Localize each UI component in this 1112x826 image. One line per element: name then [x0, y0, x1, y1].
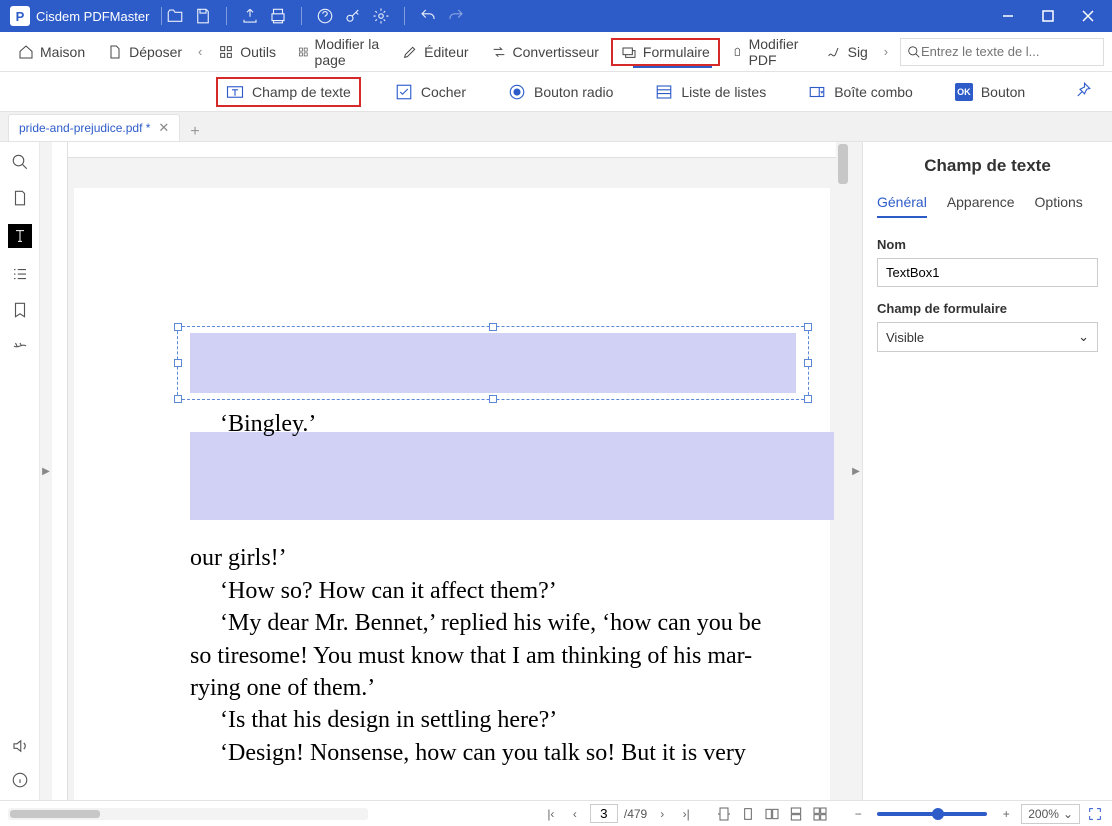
- form-radio[interactable]: Bouton radio: [500, 79, 621, 105]
- open-icon[interactable]: [166, 7, 184, 25]
- new-tab-button[interactable]: +: [190, 123, 199, 141]
- nav-editor[interactable]: Éditeur: [392, 38, 478, 66]
- resize-handle[interactable]: [489, 395, 497, 403]
- nav-chevron-left-icon[interactable]: ‹: [194, 44, 206, 59]
- nav-tools[interactable]: Outils: [208, 38, 286, 66]
- view-mode-1-icon[interactable]: [715, 805, 733, 823]
- panel-tab-appearance[interactable]: Apparence: [947, 194, 1015, 218]
- form-button[interactable]: OKBouton: [947, 79, 1033, 105]
- sidebar-page-icon[interactable]: [10, 188, 30, 208]
- horizontal-scrollbar[interactable]: [8, 808, 368, 820]
- maximize-button[interactable]: [1028, 0, 1068, 32]
- ok-icon: OK: [955, 83, 973, 101]
- sidebar-outline-icon[interactable]: [10, 264, 30, 284]
- vertical-ruler: [52, 142, 68, 800]
- vertical-scrollbar[interactable]: [836, 142, 850, 800]
- chevron-down-icon: ⌄: [1063, 807, 1073, 821]
- minimize-button[interactable]: [988, 0, 1028, 32]
- sidebar-search-icon[interactable]: [10, 152, 30, 172]
- settings-icon[interactable]: [372, 7, 390, 25]
- sidebar-info-icon[interactable]: [10, 770, 30, 790]
- view-mode-5-icon[interactable]: [811, 805, 829, 823]
- tab-close-icon[interactable]: ✕: [158, 120, 169, 136]
- status-bar: |‹ ‹ /479 › ›| − + 200%⌄: [0, 800, 1112, 826]
- left-sidebar: [0, 142, 40, 800]
- document-text: ‘Bingley.’ our girls!’ ‘How so? How can …: [190, 408, 790, 769]
- form-checkbox[interactable]: Cocher: [387, 79, 474, 105]
- tab-bar: pride-and-prejudice.pdf * ✕ +: [0, 112, 1112, 142]
- properties-panel: Champ de texte Général Apparence Options…: [862, 142, 1112, 800]
- key-icon[interactable]: [344, 7, 362, 25]
- resize-handle[interactable]: [174, 323, 182, 331]
- chevron-down-icon: ⌄: [1078, 329, 1089, 345]
- resize-handle[interactable]: [174, 359, 182, 367]
- page-total: /479: [624, 807, 647, 821]
- first-page-icon[interactable]: |‹: [542, 805, 560, 823]
- form-field-label: Champ de formulaire: [877, 301, 1098, 316]
- search-box[interactable]: [900, 38, 1104, 66]
- document-tab[interactable]: pride-and-prejudice.pdf * ✕: [8, 114, 180, 141]
- pin-icon[interactable]: [1074, 81, 1092, 102]
- panel-tab-general[interactable]: Général: [877, 194, 927, 218]
- nav-chevron-right-icon[interactable]: ›: [880, 44, 892, 59]
- sidebar-sound-icon[interactable]: [10, 736, 30, 756]
- view-mode-4-icon[interactable]: [787, 805, 805, 823]
- form-toolbar: Champ de texte Cocher Bouton radio Liste…: [0, 72, 1112, 112]
- fullscreen-icon[interactable]: [1086, 805, 1104, 823]
- close-button[interactable]: [1068, 0, 1108, 32]
- nav-home[interactable]: Maison: [8, 38, 95, 66]
- sidebar-bookmark-icon[interactable]: [10, 300, 30, 320]
- tab-label: pride-and-prejudice.pdf *: [19, 121, 150, 135]
- resize-handle[interactable]: [174, 395, 182, 403]
- nav-edit-page[interactable]: Modifier la page: [288, 30, 390, 74]
- resize-handle[interactable]: [804, 359, 812, 367]
- left-collapser[interactable]: ▶: [40, 142, 52, 800]
- undo-icon[interactable]: [419, 7, 437, 25]
- search-input[interactable]: [921, 44, 1097, 59]
- zoom-select[interactable]: 200%⌄: [1021, 804, 1080, 824]
- form-text-field[interactable]: Champ de texte: [216, 77, 361, 107]
- print-icon[interactable]: [269, 7, 287, 25]
- panel-title: Champ de texte: [877, 156, 1098, 176]
- view-mode-2-icon[interactable]: [739, 805, 757, 823]
- last-page-icon[interactable]: ›|: [677, 805, 695, 823]
- redo-icon[interactable]: [447, 7, 465, 25]
- sidebar-text-icon[interactable]: [8, 224, 32, 248]
- name-label: Nom: [877, 237, 1098, 252]
- right-collapser[interactable]: ▶: [850, 142, 862, 800]
- next-page-icon[interactable]: ›: [653, 805, 671, 823]
- page-view[interactable]: ‘Bingley.’ our girls!’ ‘How so? How can …: [74, 188, 830, 800]
- nav-sign[interactable]: Sig: [816, 38, 878, 66]
- horizontal-ruler: [68, 142, 836, 158]
- form-list[interactable]: Liste de listes: [647, 79, 774, 105]
- nav-form[interactable]: Formulaire: [611, 38, 720, 66]
- resize-handle[interactable]: [804, 395, 812, 403]
- nav-bar: Maison Déposer ‹ Outils Modifier la page…: [0, 32, 1112, 72]
- app-logo: P: [10, 6, 30, 26]
- search-icon: [907, 45, 921, 59]
- panel-tab-options[interactable]: Options: [1035, 194, 1083, 218]
- form-combo[interactable]: Boîte combo: [800, 79, 921, 105]
- visibility-select[interactable]: Visible ⌄: [877, 322, 1098, 352]
- zoom-slider[interactable]: [877, 812, 987, 816]
- nav-file[interactable]: Déposer: [97, 38, 192, 66]
- document-canvas[interactable]: ‘Bingley.’ our girls!’ ‘How so? How can …: [52, 142, 850, 800]
- export-icon[interactable]: [241, 7, 259, 25]
- name-input[interactable]: [877, 258, 1098, 287]
- prev-page-icon[interactable]: ‹: [566, 805, 584, 823]
- sidebar-crop-icon[interactable]: [10, 336, 30, 356]
- view-mode-3-icon[interactable]: [763, 805, 781, 823]
- text-field-selection[interactable]: [177, 326, 809, 400]
- zoom-in-icon[interactable]: +: [997, 805, 1015, 823]
- help-icon[interactable]: [316, 7, 334, 25]
- title-bar: P Cisdem PDFMaster: [0, 0, 1112, 32]
- nav-converter[interactable]: Convertisseur: [481, 38, 609, 66]
- app-title: Cisdem PDFMaster: [36, 9, 149, 24]
- zoom-out-icon[interactable]: −: [849, 805, 867, 823]
- nav-edit-pdf[interactable]: Modifier PDF: [722, 30, 814, 74]
- resize-handle[interactable]: [489, 323, 497, 331]
- page-input[interactable]: [590, 804, 618, 823]
- resize-handle[interactable]: [804, 323, 812, 331]
- save-icon[interactable]: [194, 7, 212, 25]
